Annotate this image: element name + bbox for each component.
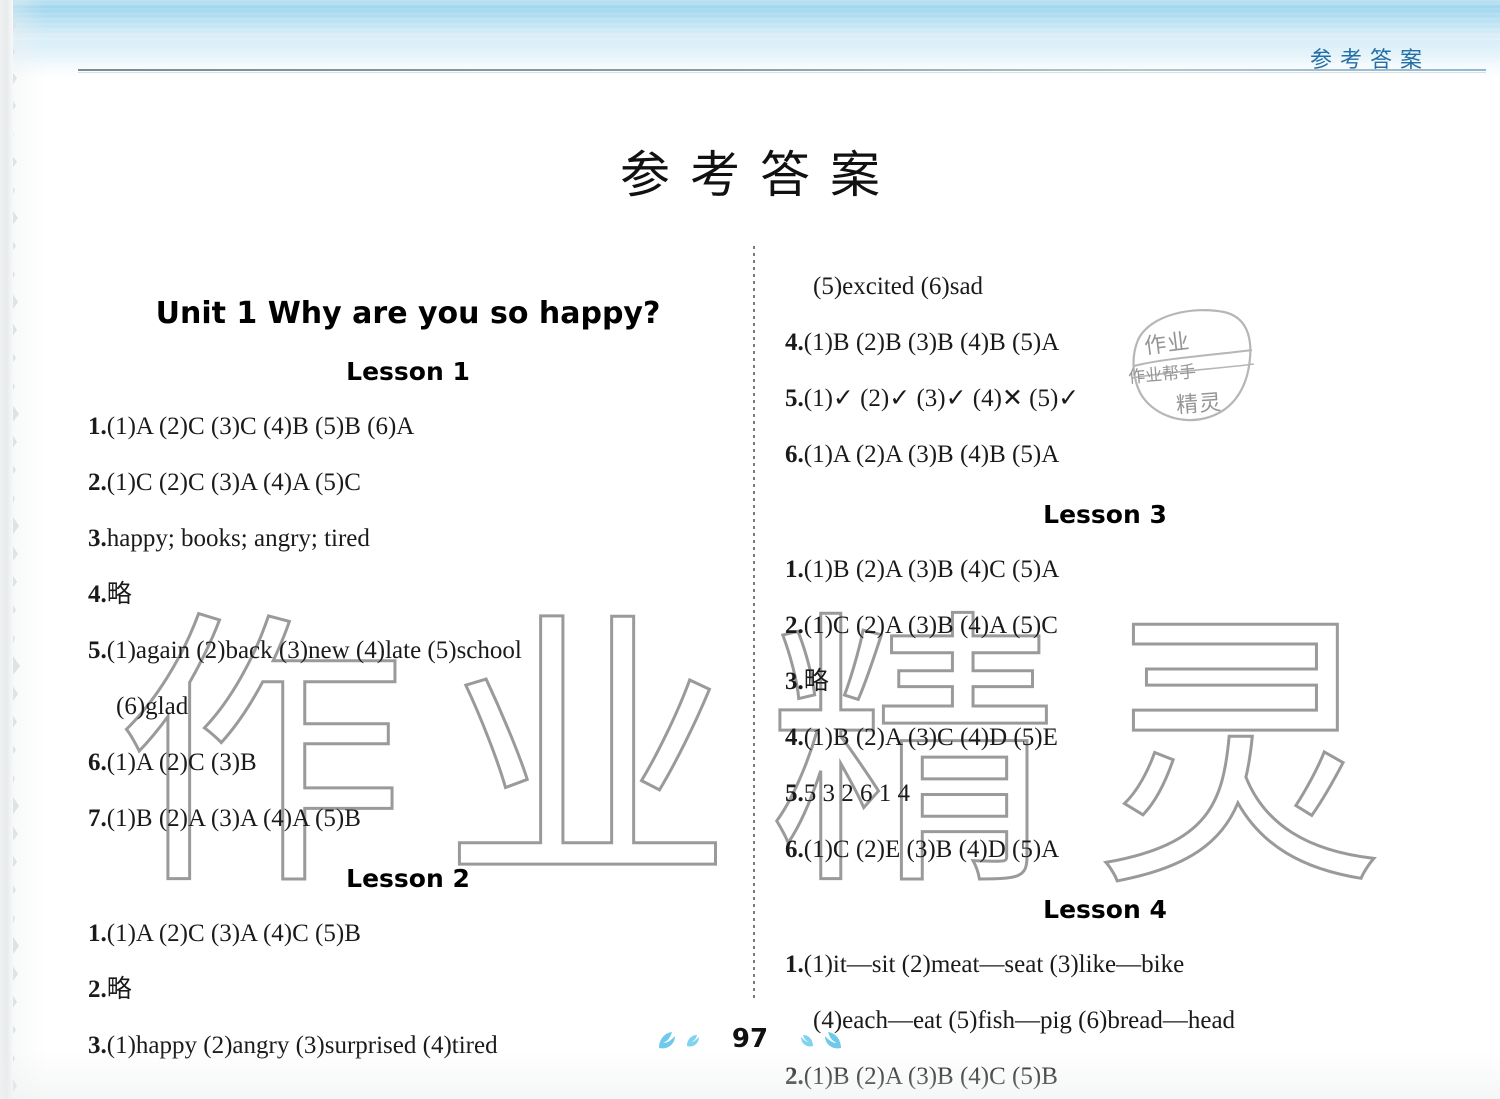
unit-heading: Unit 1 Why are you so happy? xyxy=(155,296,661,331)
answer-item-number: 2. xyxy=(88,976,107,1003)
answer-item-text: (1)A (2)C (3)B xyxy=(106,749,257,776)
answer-row: 6.(1)C (2)E (3)B (4)D (5)A xyxy=(785,835,1425,865)
header-rule xyxy=(78,69,1486,71)
answer-item-number: 6. xyxy=(88,749,107,776)
header-rule-secondary xyxy=(78,72,1486,73)
answer-key-page: 参考答案 参考答案 作业精灵 作业 作业帮手 精灵 Unit 1 Why are… xyxy=(0,0,1500,1099)
answer-row: 3.(1)happy (2)angry (3)surprised (4)tire… xyxy=(88,1031,728,1061)
answer-row: (4)each—eat (5)fish—pig (6)bread—head xyxy=(813,1006,1425,1036)
answer-row: (6)glad xyxy=(116,692,728,722)
answer-item-number: 2. xyxy=(785,1063,804,1090)
answer-item-text: happy; books; angry; tired xyxy=(106,525,370,552)
answer-item-text: 略 xyxy=(803,668,829,695)
lesson-heading: Lesson 4 xyxy=(1043,895,1167,924)
answer-row: 2.(1)B (2)A (3)B (4)C (5)B xyxy=(785,1062,1425,1092)
left-column-sections: Lesson 1 1.(1)A (2)C (3)C (4)B (5)B (6)A 2… xyxy=(88,357,728,1061)
left-column: Unit 1 Why are you so happy? Lesson 1 1.(… xyxy=(88,246,728,1061)
answer-row: 6.(1)A (2)C (3)B xyxy=(88,748,728,778)
answer-item-text: (1)A (2)C (3)C (4)B (5)B (6)A xyxy=(106,413,415,440)
answer-item-number: 2. xyxy=(88,469,107,496)
answer-row: 1.(1)B (2)A (3)B (4)C (5)A xyxy=(785,555,1425,585)
answer-row: 4.(1)B (2)A (3)C (4)D (5)E xyxy=(785,723,1425,753)
answer-item-number: 3. xyxy=(88,525,107,552)
answer-item-number: 1. xyxy=(88,920,107,947)
answer-item-number: 4. xyxy=(88,581,107,608)
answer-item-text: 略 xyxy=(106,581,132,608)
answer-item-number: 6. xyxy=(785,836,804,863)
answer-item-text: (6)glad xyxy=(116,693,189,720)
answer-item-text: (1)C (2)A (3)B (4)A (5)C xyxy=(803,612,1058,639)
answer-item-number: 4. xyxy=(785,329,804,356)
answer-item-number: 2. xyxy=(785,612,804,639)
answer-item-number: 3. xyxy=(785,668,804,695)
answer-item-text: (1)✓ (2)✓ (3)✓ (4)✕ (5)✓ xyxy=(803,385,1080,412)
answer-row: 1.(1)A (2)C (3)A (4)C (5)B xyxy=(88,919,728,949)
answer-row: 5.5 3 2 6 1 4 xyxy=(785,779,1425,809)
answer-item-text: (1)it—sit (2)meat—seat (3)like—bike xyxy=(803,951,1185,978)
answer-row: 2.(1)C (2)C (3)A (4)A (5)C xyxy=(88,468,728,498)
answer-item-text: (1)C (2)C (3)A (4)A (5)C xyxy=(106,469,361,496)
answer-row: (5)excited (6)sad xyxy=(813,272,1425,302)
answer-item-text: (1)A (2)C (3)A (4)C (5)B xyxy=(106,920,361,947)
answer-item-text: (1)B (2)A (3)B (4)C (5)B xyxy=(803,1063,1058,1090)
answer-item-text: (1)B (2)B (3)B (4)B (5)A xyxy=(803,329,1060,356)
answer-item-number: 4. xyxy=(785,724,804,751)
answer-item-text: (4)each—eat (5)fish—pig (6)bread—head xyxy=(813,1007,1236,1034)
answer-item-text: (1)happy (2)angry (3)surprised (4)tired xyxy=(106,1032,498,1059)
answer-row: 2.(1)C (2)A (3)B (4)A (5)C xyxy=(785,611,1425,641)
answer-item-number: 7. xyxy=(88,805,107,832)
answer-row: 4.略 xyxy=(88,580,728,610)
page-title: 参考答案 xyxy=(620,146,900,204)
answer-item-number: 6. xyxy=(785,441,804,468)
answer-item-number: 5. xyxy=(785,385,804,412)
answer-item-text: (1)B (2)A (3)B (4)C (5)A xyxy=(803,556,1060,583)
answer-row: 2.略 xyxy=(88,975,728,1005)
answer-item-text: (1)C (2)E (3)B (4)D (5)A xyxy=(803,836,1060,863)
answer-item-text: (1)A (2)A (3)B (4)B (5)A xyxy=(803,441,1060,468)
answer-row: 1.(1)it—sit (2)meat—seat (3)like—bike xyxy=(785,950,1425,980)
answer-item-number: 5. xyxy=(88,637,107,664)
answer-row: 3.happy; books; angry; tired xyxy=(88,524,728,554)
right-column: (5)excited (6)sad 4.(1)B (2)B (3)B (4)B (… xyxy=(785,246,1425,1092)
answer-item-number: 3. xyxy=(88,1032,107,1059)
answer-row: 7.(1)B (2)A (3)A (4)A (5)B xyxy=(88,804,728,834)
column-divider xyxy=(753,246,755,998)
answer-row: 5.(1)✓ (2)✓ (3)✓ (4)✕ (5)✓ xyxy=(785,384,1425,414)
answer-item-number: 1. xyxy=(785,556,804,583)
answer-row: 6.(1)A (2)A (3)B (4)B (5)A xyxy=(785,440,1425,470)
lesson-heading: Lesson 1 xyxy=(346,357,470,386)
answer-item-text: (1)B (2)A (3)A (4)A (5)B xyxy=(106,805,361,832)
answer-row: 4.(1)B (2)B (3)B (4)B (5)A xyxy=(785,328,1425,358)
answer-item-number: 1. xyxy=(785,951,804,978)
answer-row: 3.略 xyxy=(785,667,1425,697)
lesson-heading: Lesson 3 xyxy=(1043,500,1167,529)
answer-item-text: 略 xyxy=(106,976,132,1003)
answer-item-number: 1. xyxy=(88,413,107,440)
answer-row: 5.(1)again (2)back (3)new (4)late (5)sch… xyxy=(88,636,728,666)
answer-item-text: (5)excited (6)sad xyxy=(813,273,984,300)
lesson-heading: Lesson 2 xyxy=(346,864,470,893)
answer-item-text: (1)B (2)A (3)C (4)D (5)E xyxy=(803,724,1058,751)
answer-item-text: (1)again (2)back (3)new (4)late (5)schoo… xyxy=(106,637,522,664)
answer-item-number: 5. xyxy=(785,780,804,807)
right-column-sections: (5)excited (6)sad 4.(1)B (2)B (3)B (4)B (… xyxy=(785,272,1425,1092)
answer-row: 1.(1)A (2)C (3)C (4)B (5)B (6)A xyxy=(88,412,728,442)
answer-item-text: 5 3 2 6 1 4 xyxy=(803,780,910,807)
